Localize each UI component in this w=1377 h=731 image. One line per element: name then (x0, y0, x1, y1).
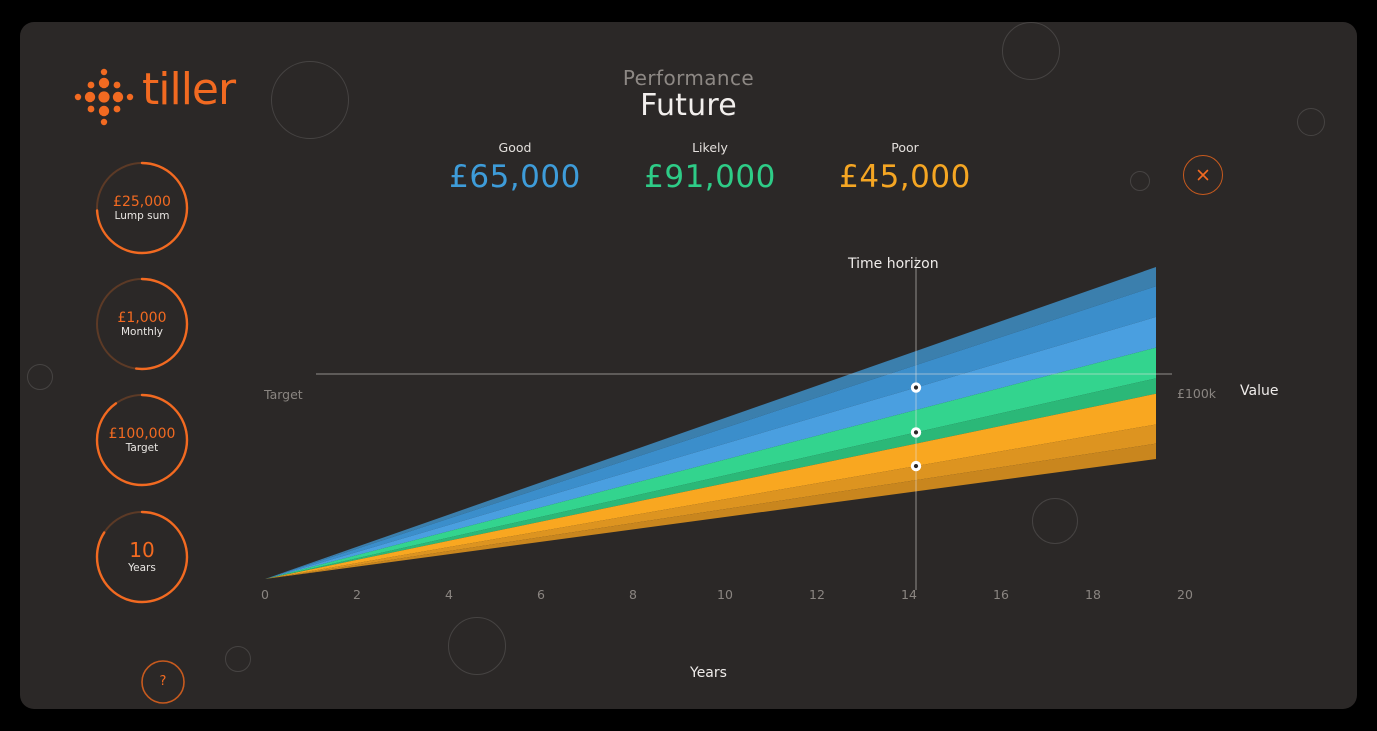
app-root: tiller Performance Future Good £65,000 L… (0, 0, 1377, 731)
x-tick-18: 18 (1085, 587, 1101, 602)
target-line-label: Target (264, 387, 303, 402)
x-tick-20: 20 (1177, 587, 1193, 602)
x-tick-14: 14 (901, 587, 917, 602)
x-tick-0: 0 (261, 587, 269, 602)
value-tick-label: £100k (1177, 386, 1217, 401)
chart-bands (265, 267, 1156, 579)
poor-marker-center (913, 463, 919, 469)
x-tick-8: 8 (629, 587, 637, 602)
good-marker-center (913, 385, 919, 390)
x-tick-12: 12 (809, 587, 825, 602)
dashboard-panel: tiller Performance Future Good £65,000 L… (20, 22, 1357, 709)
years-axis-label: Years (690, 665, 727, 681)
value-axis-label: Value (1240, 383, 1279, 399)
likely-marker-center (913, 430, 919, 435)
x-tick-2: 2 (353, 587, 361, 602)
x-tick-10: 10 (717, 587, 733, 602)
x-axis-ticks: 0 2 4 6 8 10 12 14 16 18 20 (20, 587, 1357, 609)
x-tick-4: 4 (445, 587, 453, 602)
x-tick-16: 16 (993, 587, 1009, 602)
x-tick-6: 6 (537, 587, 545, 602)
time-horizon-label: Time horizon (848, 256, 939, 272)
